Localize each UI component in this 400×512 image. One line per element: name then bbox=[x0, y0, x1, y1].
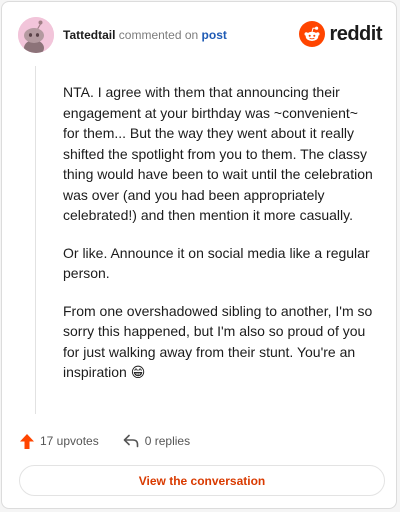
upvote-count: 17 upvotes bbox=[40, 434, 99, 448]
comment-action-text: commented on bbox=[118, 28, 199, 42]
upvote-button[interactable]: 17 upvotes bbox=[20, 433, 99, 449]
comment-header: Tattedtail commented on post reddit bbox=[18, 17, 382, 55]
comment-actions: 17 upvotes 0 replies bbox=[20, 432, 214, 450]
comment-paragraph: From one overshadowed sibling to another… bbox=[63, 302, 373, 381]
author-username[interactable]: Tattedtail bbox=[63, 28, 115, 42]
comment-embed-card: Tattedtail commented on post reddit NTA.… bbox=[1, 1, 397, 509]
comment-paragraph: Or like. Announce it on social media lik… bbox=[63, 244, 370, 282]
view-conversation-button[interactable]: View the conversation bbox=[19, 465, 385, 496]
reddit-logo-icon bbox=[299, 21, 326, 47]
reddit-wordmark: reddit bbox=[329, 22, 382, 45]
snoo-avatar-icon[interactable] bbox=[18, 17, 54, 53]
post-link[interactable]: post bbox=[202, 28, 227, 42]
upvote-arrow-icon bbox=[20, 433, 34, 449]
thread-line bbox=[35, 66, 36, 414]
comment-body: NTA. I agree with them that announcing t… bbox=[63, 82, 375, 400]
reply-button[interactable]: 0 replies bbox=[123, 434, 190, 448]
reply-count: 0 replies bbox=[144, 434, 191, 448]
comment-byline: Tattedtail commented on post bbox=[63, 28, 227, 42]
reply-arrow-icon bbox=[123, 434, 139, 448]
comment-paragraph: NTA. I agree with them that announcing t… bbox=[63, 84, 373, 223]
reddit-brand[interactable]: reddit bbox=[299, 21, 382, 47]
